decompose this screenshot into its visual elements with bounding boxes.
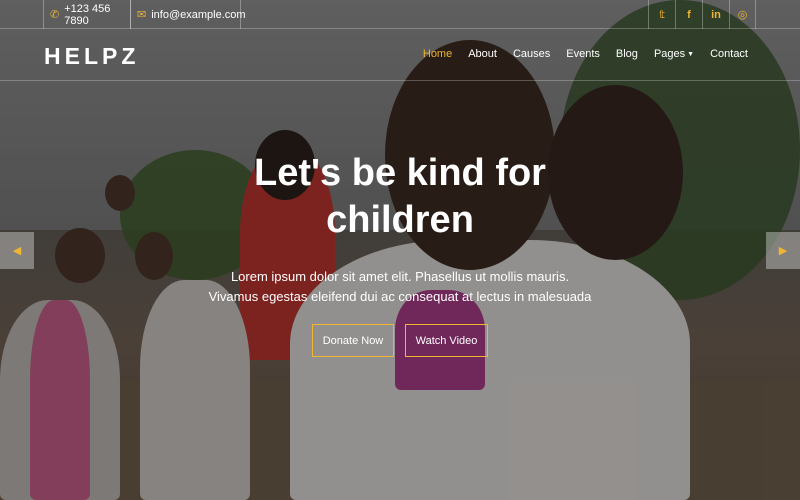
nav-causes[interactable]: Causes	[505, 48, 558, 60]
navbar: HELPZ Home About Causes Events Blog Page…	[0, 29, 800, 81]
nav-blog[interactable]: Blog	[608, 48, 646, 60]
instagram-icon[interactable]: ◎	[729, 0, 756, 29]
caret-down-icon: ▼	[687, 50, 695, 58]
chevron-right-icon: ▶	[778, 245, 788, 257]
phone-contact[interactable]: ✆ +123 456 7890	[43, 0, 131, 29]
chevron-left-icon: ◀	[12, 245, 22, 257]
nav-events[interactable]: Events	[558, 48, 608, 60]
site-logo[interactable]: HELPZ	[44, 43, 139, 70]
carousel-next-button[interactable]: ▶	[766, 232, 800, 269]
nav-home[interactable]: Home	[415, 48, 460, 60]
phone-icon: ✆	[50, 9, 60, 21]
email-address: info@example.com	[151, 8, 246, 21]
nav-pages-dropdown[interactable]: Pages ▼	[646, 48, 702, 60]
hero-title: Let's be kind for children	[0, 150, 800, 244]
nav-pages-label: Pages	[653, 48, 686, 60]
facebook-icon[interactable]: f	[675, 0, 702, 29]
envelope-icon: ✉	[137, 9, 147, 21]
top-bar: ✆ +123 456 7890 ✉ info@example.com 𝕥 f i…	[0, 0, 800, 29]
main-nav: Home About Causes Events Blog Pages ▼ Con…	[415, 48, 756, 60]
social-links: 𝕥 f in ◎	[648, 0, 756, 29]
hero-section: Let's be kind for children Lorem ipsum d…	[0, 150, 800, 357]
hero-title-line-2: children	[326, 199, 474, 241]
watch-video-button[interactable]: Watch Video	[405, 324, 488, 357]
email-contact[interactable]: ✉ info@example.com	[130, 0, 246, 29]
donate-now-button[interactable]: Donate Now	[312, 324, 394, 357]
hero-description: Lorem ipsum dolor sit amet elit. Phasell…	[208, 269, 592, 304]
linkedin-icon[interactable]: in	[702, 0, 729, 29]
nav-about[interactable]: About	[460, 48, 505, 60]
carousel-prev-button[interactable]: ◀	[0, 232, 34, 269]
hero-buttons: Donate Now Watch Video	[0, 324, 800, 357]
twitter-icon[interactable]: 𝕥	[648, 0, 675, 29]
phone-number: +123 456 7890	[64, 2, 111, 27]
hero-title-line-1: Let's be kind for	[254, 152, 546, 194]
nav-contact[interactable]: Contact	[702, 48, 756, 60]
